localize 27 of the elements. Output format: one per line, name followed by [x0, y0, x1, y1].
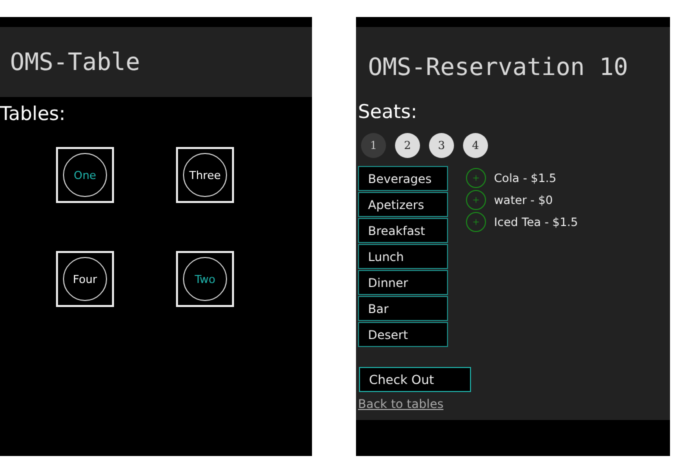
category-button[interactable]: Breakfast	[358, 218, 448, 243]
category-button[interactable]: Lunch	[358, 244, 448, 269]
table-button[interactable]: One	[56, 147, 114, 203]
category-button[interactable]: Desert	[358, 322, 448, 347]
table-button[interactable]: Three	[176, 147, 234, 203]
add-button[interactable]	[466, 190, 486, 210]
table-button[interactable]: Two	[176, 251, 234, 307]
category-button[interactable]: Beverages	[358, 166, 448, 191]
screen-title: OMS-Table	[10, 48, 140, 76]
seat-button[interactable]: 1	[361, 133, 386, 158]
menu-item-label: water - $0	[494, 193, 553, 207]
seat-button[interactable]: 4	[463, 133, 488, 158]
checkout-button[interactable]: Check Out	[359, 367, 471, 392]
category-button[interactable]: Bar	[358, 296, 448, 321]
tables-heading: Tables:	[0, 103, 66, 125]
seat-button[interactable]: 3	[429, 133, 454, 158]
seats-heading: Seats:	[358, 101, 418, 123]
menu-item-label: Cola - $1.5	[494, 171, 556, 185]
table-button[interactable]: Four	[56, 251, 114, 307]
add-button[interactable]	[466, 168, 486, 188]
category-button[interactable]: Dinner	[358, 270, 448, 295]
menu-item-label: Iced Tea - $1.5	[494, 215, 578, 229]
category-button[interactable]: Apetizers	[358, 192, 448, 217]
screen-title: OMS-Reservation 10	[368, 53, 628, 81]
add-button[interactable]	[466, 212, 486, 232]
back-link[interactable]: Back to tables	[358, 397, 444, 411]
seat-button[interactable]: 2	[395, 133, 420, 158]
